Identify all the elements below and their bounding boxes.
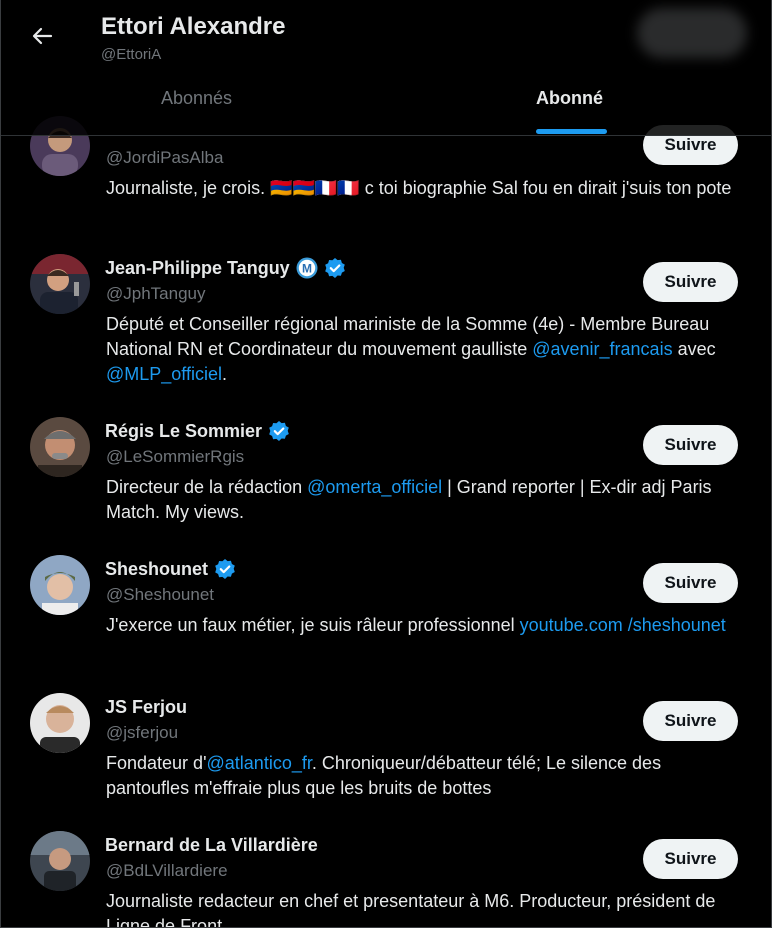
user-name[interactable]: JS Ferjou [105,697,187,718]
user-bio: Journaliste redacteur en chef et present… [106,889,738,928]
follow-button[interactable]: Suivre [643,563,738,603]
bio-mention-link[interactable]: @MLP_officiel [106,364,222,384]
user-handle: @LeSommierRgis [106,447,245,466]
verified-badge-icon [214,558,236,580]
avatar[interactable] [30,254,90,314]
user-name[interactable]: Sheshounet [105,559,208,580]
user-cell[interactable]: @JordiPasAlba Journaliste, je crois. 🇦🇲🇦… [1,116,771,254]
bio-text: Journaliste redacteur en chef et present… [106,891,716,928]
user-name[interactable]: Régis Le Sommier [105,421,262,442]
verified-badge-icon [324,257,346,279]
m-affiliate-badge-icon: M [296,257,318,279]
blurred-button[interactable] [637,8,747,58]
user-cell[interactable]: Régis Le Sommier @LeSommierRgis Directeu… [1,417,771,555]
user-handle: @JphTanguy [106,284,206,303]
active-tab-indicator [536,129,607,134]
bio-mention-link[interactable]: @omerta_officiel [307,477,442,497]
user-name-row: Bernard de La Villardière [105,833,318,857]
user-name[interactable]: Jean-Philippe Tanguy [105,258,290,279]
m-badge-letter: M [302,261,312,275]
user-name-row: Régis Le Sommier [105,419,290,443]
user-handle: @Sheshounet [106,585,215,604]
user-bio: Fondateur d'@atlantico_fr. Chroniqueur/d… [106,751,738,801]
bio-text: Journaliste, je crois. 🇦🇲🇦🇲🇫🇷🇫🇷 c toi bi… [106,178,732,198]
back-button[interactable] [26,20,58,52]
follow-button[interactable]: Suivre [643,262,738,302]
verified-badge-icon [268,420,290,442]
bio-text: . [222,364,228,384]
bio-mention-link[interactable]: @avenir_francais [532,339,672,359]
bio-url-link[interactable]: youtube.com /sheshounet [520,615,726,635]
avatar[interactable] [30,693,90,753]
user-bio: Député et Conseiller régional mariniste … [106,312,738,387]
avatar[interactable] [30,555,90,615]
bio-mention-link[interactable]: @atlantico_fr [207,753,312,773]
avatar[interactable] [30,417,90,477]
user-handle: @JordiPasAlba [106,148,224,167]
bio-text: avec [672,339,716,359]
user-bio: Journaliste, je crois. 🇦🇲🇦🇲🇫🇷🇫🇷 c toi bi… [106,176,738,201]
back-arrow-icon [32,27,53,45]
user-name-row: JS Ferjou [105,695,187,719]
bio-text: Directeur de la rédaction [106,477,308,497]
user-handle: @BdLVillardiere [106,861,228,880]
tab-following[interactable]: Abonné [536,88,603,109]
page-title: Ettori Alexandre [101,13,286,40]
user-bio: Directeur de la rédaction @omerta_offici… [106,475,738,525]
user-name-row: Jean-Philippe Tanguy M [105,256,346,280]
follow-button[interactable]: Suivre [643,425,738,465]
user-name[interactable]: Bernard de La Villardière [105,835,318,856]
user-cell[interactable]: Bernard de La Villardière @BdLVillardier… [1,831,771,928]
following-page: @JordiPasAlba Journaliste, je crois. 🇦🇲🇦… [0,0,772,928]
follow-button[interactable]: Suivre [643,701,738,741]
bio-text: J'exerce un faux métier, je suis râleur … [106,615,520,635]
user-bio: J'exerce un faux métier, je suis râleur … [106,613,738,638]
user-cell[interactable]: Sheshounet @Sheshounet J'exerce un faux … [1,555,771,693]
user-handle: @jsferjou [106,723,179,742]
avatar[interactable] [30,831,90,891]
page-subtitle-handle: @EttoriA [101,46,162,63]
tab-followers[interactable]: Abonnés [161,88,232,109]
user-cell[interactable]: JS Ferjou @jsferjou Fondateur d'@atlanti… [1,693,771,831]
user-name-row: Sheshounet [105,557,236,581]
bio-text: Fondateur d' [106,753,207,773]
follow-button[interactable]: Suivre [643,839,738,879]
profile-header: Ettori Alexandre @EttoriA Abonnés Abonné [1,0,771,136]
user-cell[interactable]: Jean-Philippe Tanguy M @JphTanguy Député… [1,254,771,392]
